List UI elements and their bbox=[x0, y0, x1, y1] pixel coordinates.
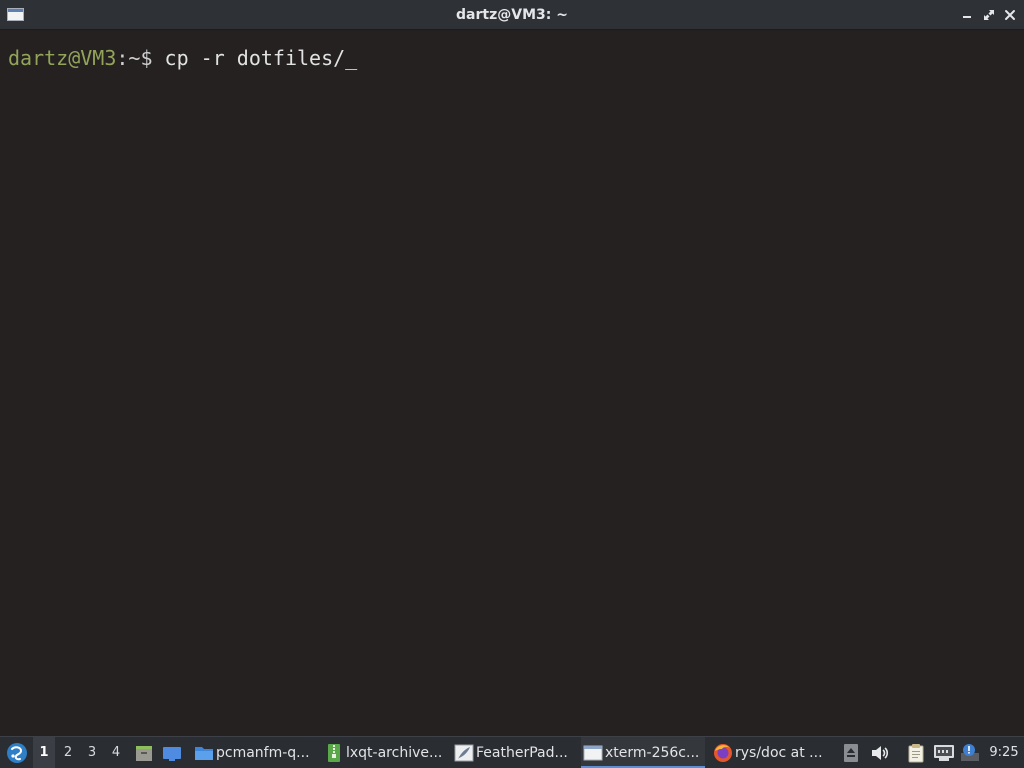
featherpad-icon bbox=[454, 744, 474, 762]
archive-icon bbox=[328, 744, 340, 762]
quicklaunch-show-desktop[interactable] bbox=[160, 737, 184, 768]
minimize-button[interactable] bbox=[958, 6, 976, 24]
restore-button[interactable] bbox=[980, 6, 998, 24]
close-button[interactable] bbox=[1001, 6, 1019, 24]
quicklaunch-file-manager[interactable] bbox=[132, 737, 156, 768]
task-label: lxqt-archive... bbox=[346, 745, 443, 761]
clock[interactable]: 9:25 bbox=[986, 737, 1022, 768]
task-label: FeatherPad... bbox=[476, 745, 568, 761]
terminal-command-line: dartz@VM3:~$ cp -r dotfiles/_ bbox=[8, 44, 357, 72]
task-xterm[interactable]: xterm-256c... bbox=[581, 737, 705, 768]
desktop-screen: dartz@VM3: ~ dartz@VM3:~$ cp -r dotfiles… bbox=[0, 0, 1024, 768]
tray-network[interactable] bbox=[933, 737, 957, 768]
task-label: rys/doc at ... bbox=[735, 745, 823, 761]
file-manager-icon bbox=[136, 746, 152, 761]
terminal-command: cp -r dotfiles/ bbox=[152, 46, 346, 70]
terminal-window-icon[interactable] bbox=[7, 8, 24, 21]
tray-clipboard[interactable] bbox=[906, 737, 928, 768]
start-menu-button[interactable] bbox=[2, 737, 30, 768]
task-label: xterm-256c... bbox=[605, 745, 700, 761]
terminal-area[interactable]: dartz@VM3:~$ cp -r dotfiles/_ bbox=[0, 30, 1024, 736]
restore-icon bbox=[984, 10, 994, 20]
minimize-icon bbox=[963, 16, 971, 18]
taskbar: 1 2 3 4 pcmanfm-q... lxqt-archive... Fea… bbox=[0, 736, 1024, 768]
network-icon bbox=[934, 745, 954, 761]
prompt-colon: : bbox=[116, 46, 129, 70]
workspace-1[interactable]: 1 bbox=[33, 737, 55, 768]
prompt-user-host: dartz@VM3 bbox=[8, 46, 117, 70]
tray-removable-media[interactable] bbox=[843, 737, 861, 768]
window-titlebar[interactable]: dartz@VM3: ~ bbox=[0, 0, 1024, 30]
prompt-symbol: $ bbox=[140, 46, 153, 70]
workspace-4[interactable]: 4 bbox=[105, 737, 127, 768]
volume-icon bbox=[872, 746, 889, 760]
close-icon bbox=[1005, 10, 1015, 20]
task-firefox[interactable]: rys/doc at ... bbox=[711, 737, 835, 768]
show-desktop-icon bbox=[163, 747, 181, 761]
folder-icon bbox=[195, 747, 213, 760]
terminal-cursor: _ bbox=[345, 46, 358, 70]
firefox-icon bbox=[714, 744, 732, 762]
prompt-path: ~ bbox=[128, 46, 141, 70]
task-pcmanfm[interactable]: pcmanfm-q... bbox=[192, 737, 316, 768]
workspace-2[interactable]: 2 bbox=[57, 737, 79, 768]
task-lxqt-archiver[interactable]: lxqt-archive... bbox=[322, 737, 446, 768]
workspace-3[interactable]: 3 bbox=[81, 737, 103, 768]
task-label: pcmanfm-q... bbox=[216, 745, 310, 761]
clipboard-icon bbox=[908, 744, 924, 763]
eject-icon bbox=[844, 744, 858, 762]
task-featherpad[interactable]: FeatherPad... bbox=[452, 737, 576, 768]
tray-notifications[interactable] bbox=[960, 737, 982, 768]
terminal-icon bbox=[583, 745, 603, 761]
window-title: dartz@VM3: ~ bbox=[456, 7, 568, 23]
notification-icon bbox=[961, 744, 979, 761]
lxqt-start-icon bbox=[7, 743, 27, 763]
tray-volume[interactable] bbox=[870, 737, 892, 768]
